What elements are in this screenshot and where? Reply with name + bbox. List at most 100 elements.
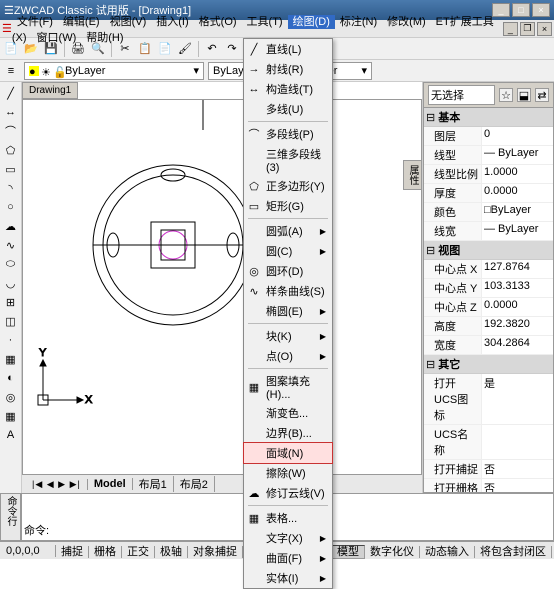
status-toggle[interactable]: 动态输入 bbox=[420, 546, 475, 558]
rect-icon[interactable]: ▭ bbox=[2, 160, 20, 178]
gradient-icon[interactable]: ◐ bbox=[2, 369, 20, 387]
revcloud-icon[interactable]: ☁ bbox=[2, 217, 20, 235]
menu-item[interactable]: 多线(U) bbox=[244, 99, 332, 119]
menu-item[interactable]: ▭矩形(G) bbox=[244, 196, 332, 216]
prop-row[interactable]: 打开UCS图标是 bbox=[424, 374, 553, 425]
status-toggle[interactable]: 对象捕捉 bbox=[188, 546, 243, 558]
spline-icon[interactable]: ∿ bbox=[2, 236, 20, 254]
tab-model[interactable]: Model bbox=[88, 478, 133, 490]
menu-item[interactable]: 文字(X)▶ bbox=[244, 528, 332, 548]
menu-item[interactable]: ▦图案填充(H)... bbox=[244, 371, 332, 403]
layer-select[interactable]: ●☀🔓 ByLayer▾ bbox=[24, 62, 204, 80]
status-toggle[interactable]: 极轴 bbox=[155, 546, 188, 558]
hatch-icon[interactable]: ▦ bbox=[2, 350, 20, 368]
menu-item[interactable]: 块(K)▶ bbox=[244, 326, 332, 346]
match-icon[interactable]: 🖌 bbox=[176, 40, 194, 58]
maximize-button[interactable]: □ bbox=[512, 3, 530, 17]
app-menu-icon[interactable]: ☰ bbox=[2, 22, 12, 35]
prop-row[interactable]: 高度192.3820 bbox=[424, 317, 553, 336]
new-icon[interactable]: 📄 bbox=[2, 40, 20, 58]
region-icon[interactable]: ◎ bbox=[2, 388, 20, 406]
ellipsearc-icon[interactable]: ◡ bbox=[2, 274, 20, 292]
menu-item[interactable]: 三维多段线(3) bbox=[244, 144, 332, 176]
status-toggle[interactable]: 栅格 bbox=[89, 546, 122, 558]
tab-nav[interactable]: |◀ ◀ ▶ ▶| bbox=[26, 479, 88, 490]
pline-icon[interactable]: ⌒ bbox=[2, 122, 20, 140]
arc-icon[interactable]: ◝ bbox=[2, 179, 20, 197]
menu-item[interactable]: 绘图(D) bbox=[288, 15, 335, 29]
prop-row[interactable]: 中心点 Z0.0000 bbox=[424, 298, 553, 317]
menu-item[interactable]: 面域(N) bbox=[243, 442, 333, 464]
prop-row[interactable]: 颜色□ByLayer bbox=[424, 203, 553, 222]
text-icon[interactable]: A bbox=[2, 426, 20, 444]
status-toggle[interactable]: 模型 bbox=[331, 545, 365, 559]
menu-item[interactable]: 插入(I) bbox=[151, 15, 193, 29]
status-toggle[interactable]: 将包含封闭区 bbox=[475, 546, 552, 558]
prop-row[interactable]: 打开捕捉否 bbox=[424, 460, 553, 479]
ellipse-icon[interactable]: ⬭ bbox=[2, 255, 20, 273]
prop-row[interactable]: 线型比例1.0000 bbox=[424, 165, 553, 184]
menu-item[interactable]: 圆(C)▶ bbox=[244, 241, 332, 261]
menu-item[interactable]: 擦除(W) bbox=[244, 463, 332, 483]
menu-item[interactable]: 视图(V) bbox=[105, 15, 152, 29]
menu-item[interactable]: 文件(F) bbox=[12, 15, 58, 29]
menu-item[interactable]: 点(O)▶ bbox=[244, 346, 332, 366]
prop-row[interactable]: UCS名称 bbox=[424, 425, 553, 460]
print-icon[interactable]: 🖨 bbox=[69, 40, 87, 58]
menu-item[interactable]: ⌒多段线(P) bbox=[244, 124, 332, 144]
menu-item[interactable]: 渐变色... bbox=[244, 403, 332, 423]
doc-tab[interactable]: Drawing1 bbox=[22, 82, 78, 99]
close-button[interactable]: × bbox=[532, 3, 550, 17]
menu-item[interactable]: ⬠正多边形(Y) bbox=[244, 176, 332, 196]
cut-icon[interactable]: ✂ bbox=[116, 40, 134, 58]
tab-layout1[interactable]: 布局1 bbox=[133, 476, 174, 492]
menu-item[interactable]: ╱直线(L) bbox=[244, 39, 332, 59]
menu-item[interactable]: 工具(T) bbox=[242, 15, 288, 29]
point-icon[interactable]: · bbox=[2, 331, 20, 349]
menu-item[interactable]: ☁修订云线(V) bbox=[244, 483, 332, 503]
selection-filter[interactable]: 无选择 bbox=[428, 85, 495, 105]
prop-row[interactable]: 厚度0.0000 bbox=[424, 184, 553, 203]
prop-row[interactable]: 宽度304.2864 bbox=[424, 336, 553, 355]
line-icon[interactable]: ╱ bbox=[2, 84, 20, 102]
copy-icon[interactable]: 📋 bbox=[136, 40, 154, 58]
menu-item[interactable]: 圆弧(A)▶ bbox=[244, 221, 332, 241]
save-icon[interactable]: 💾 bbox=[42, 40, 60, 58]
polygon-icon[interactable]: ⬠ bbox=[2, 141, 20, 159]
menu-item[interactable]: 标注(N) bbox=[335, 15, 382, 29]
menu-item[interactable]: ∿样条曲线(S) bbox=[244, 281, 332, 301]
doc-restore[interactable]: ❐ bbox=[520, 22, 535, 36]
pickset-icon[interactable]: ⬓ bbox=[517, 88, 531, 102]
prop-row[interactable]: 中心点 X127.8764 bbox=[424, 260, 553, 279]
preview-icon[interactable]: 🔍 bbox=[89, 40, 107, 58]
tab-layout2[interactable]: 布局2 bbox=[174, 476, 215, 492]
paste-icon[interactable]: 📄 bbox=[156, 40, 174, 58]
prop-group[interactable]: 视图 bbox=[424, 241, 553, 260]
prop-group[interactable]: 其它 bbox=[424, 355, 553, 374]
menu-item[interactable]: →射线(R) bbox=[244, 59, 332, 79]
menu-item[interactable]: 格式(O) bbox=[194, 15, 242, 29]
open-icon[interactable]: 📂 bbox=[22, 40, 40, 58]
status-toggle[interactable]: 捕捉 bbox=[56, 546, 89, 558]
properties-tab[interactable]: 属性 bbox=[403, 160, 422, 190]
drawing-canvas[interactable]: X Y bbox=[22, 99, 422, 475]
doc-close[interactable]: × bbox=[537, 22, 552, 36]
prop-row[interactable]: 打开栅格否 bbox=[424, 479, 553, 493]
menu-item[interactable]: 边界(B)... bbox=[244, 423, 332, 443]
table-icon[interactable]: ▦ bbox=[2, 407, 20, 425]
prop-group[interactable]: 基本 bbox=[424, 108, 553, 127]
undo-icon[interactable]: ↶ bbox=[203, 40, 221, 58]
toggle-icon[interactable]: ⇄ bbox=[535, 88, 549, 102]
menu-item[interactable]: 曲面(F)▶ bbox=[244, 548, 332, 568]
quickselect-icon[interactable]: ☆ bbox=[499, 88, 513, 102]
xline-icon[interactable]: ↔ bbox=[2, 103, 20, 121]
layer-icon[interactable]: ≡ bbox=[2, 62, 20, 80]
prop-row[interactable]: 中心点 Y103.3133 bbox=[424, 279, 553, 298]
prop-row[interactable]: 图层0 bbox=[424, 127, 553, 146]
menu-item[interactable]: 修改(M) bbox=[382, 15, 431, 29]
menu-item[interactable]: ▦表格... bbox=[244, 508, 332, 528]
prop-row[interactable]: 线宽— ByLayer bbox=[424, 222, 553, 241]
menu-item[interactable]: ↔构造线(T) bbox=[244, 79, 332, 99]
status-toggle[interactable]: 正交 bbox=[122, 546, 155, 558]
status-toggle[interactable]: 数字化仪 bbox=[365, 546, 420, 558]
